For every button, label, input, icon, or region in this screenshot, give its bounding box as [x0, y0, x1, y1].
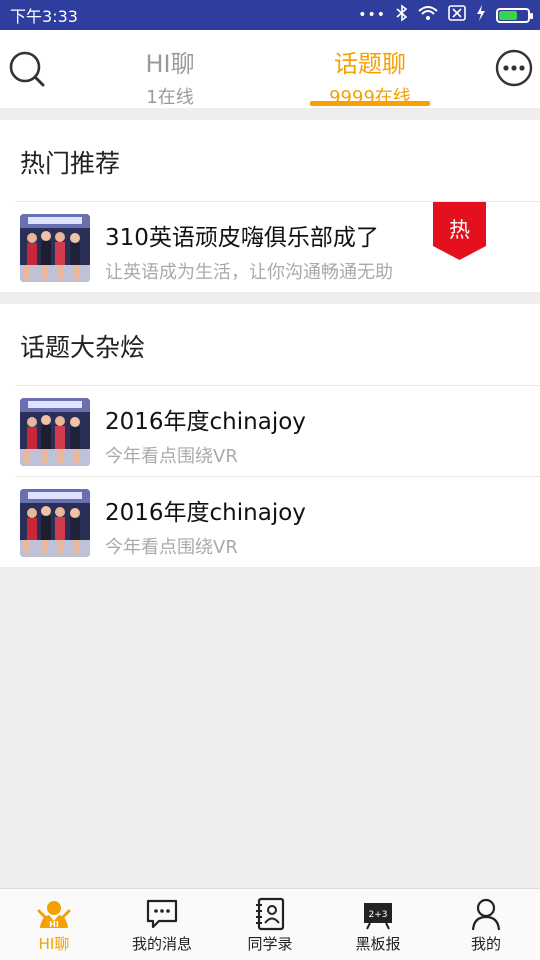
tabbar-item-hi-chat[interactable]: HI HI聊: [0, 889, 108, 960]
topic-thumbnail: [20, 398, 90, 466]
profile-icon: [471, 898, 501, 931]
tabbar-label: 黑板报: [355, 935, 401, 953]
top-header: HI聊 1在线 话题聊 9999在线: [0, 30, 540, 108]
tabbar-item-classmates[interactable]: 同学录: [216, 889, 324, 960]
blackboard-icon: 2+3: [364, 903, 392, 930]
hot-section: 热门推荐 310英语顽皮嗨俱乐部成了 让英语成为生活，让你沟通畅通无助 热: [0, 120, 540, 292]
tabbar-label: 同学录: [247, 935, 293, 953]
misc-section: 话题大杂烩 2016年度chinajoy 今年看点围绕VR 2016年度chin…: [0, 304, 540, 567]
active-tab-indicator: [310, 101, 430, 106]
svg-text:HI: HI: [49, 920, 59, 929]
no-sim-icon: [448, 5, 466, 25]
tab-topic-chat-label: 话题聊: [334, 50, 406, 78]
hot-badge-label: 热: [449, 218, 470, 242]
topic-thumbnail: [20, 214, 90, 282]
topic-subtitle: 让英语成为生活，让你沟通畅通无助: [105, 262, 393, 283]
status-time: 下午3:33: [10, 7, 78, 26]
tabbar-item-me[interactable]: 我的: [432, 889, 540, 960]
battery-icon: [496, 7, 533, 23]
tab-hi-chat-online: 1在线: [146, 87, 194, 108]
hot-badge: 热: [433, 202, 486, 260]
hi-chat-icon: HI: [37, 901, 71, 929]
section-title: 热门推荐: [20, 149, 121, 178]
tab-hi-chat-label: HI聊: [145, 50, 195, 78]
topic-title: 2016年度chinajoy: [105, 409, 306, 435]
tab-topic-chat[interactable]: 话题聊 9999在线: [305, 44, 435, 109]
tabbar-item-messages[interactable]: 我的消息: [108, 889, 216, 960]
tabbar-label: 我的: [470, 935, 501, 953]
topic-title: 2016年度chinajoy: [105, 500, 306, 526]
topic-thumbnail: [20, 489, 90, 557]
more-button[interactable]: [493, 47, 535, 89]
search-button[interactable]: [6, 48, 48, 90]
topic-title: 310英语顽皮嗨俱乐部成了: [105, 225, 379, 251]
tabbar-label: HI聊: [38, 935, 70, 953]
charging-icon: [476, 5, 486, 25]
status-icons: •••: [358, 4, 533, 26]
contacts-book-icon: [256, 897, 285, 931]
bottom-tab-bar: HI HI聊 我的消息 同学录 2+3 黑板报 我的: [0, 888, 540, 960]
list-item[interactable]: 2016年度chinajoy 今年看点围绕VR: [0, 477, 540, 567]
more-icon: [495, 49, 533, 87]
search-icon: [9, 51, 45, 87]
tab-hi-chat[interactable]: HI聊 1在线: [115, 44, 225, 109]
more-dots-icon: •••: [358, 7, 386, 23]
svg-text:2+3: 2+3: [369, 910, 388, 920]
tabbar-item-blackboard[interactable]: 2+3 黑板报: [324, 889, 432, 960]
list-item[interactable]: 2016年度chinajoy 今年看点围绕VR: [0, 386, 540, 476]
tabbar-label: 我的消息: [131, 935, 192, 953]
wifi-icon: [418, 5, 438, 25]
list-item[interactable]: 310英语顽皮嗨俱乐部成了 让英语成为生活，让你沟通畅通无助 热: [0, 202, 540, 292]
bluetooth-icon: [396, 4, 408, 26]
message-icon: [146, 899, 178, 929]
topic-subtitle: 今年看点围绕VR: [105, 537, 238, 558]
status-bar: 下午3:33 •••: [0, 0, 540, 30]
section-title: 话题大杂烩: [20, 333, 146, 362]
topic-subtitle: 今年看点围绕VR: [105, 446, 238, 467]
